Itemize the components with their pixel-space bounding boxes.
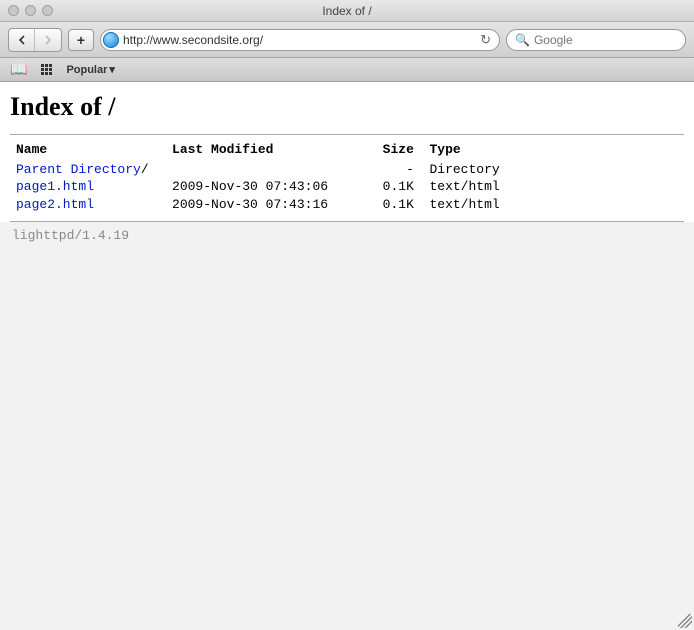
reload-button[interactable]: ↻ — [480, 32, 495, 48]
url-input[interactable] — [123, 33, 476, 47]
bookmarks-bar: 📖 Popular ▾ — [0, 58, 694, 82]
search-icon: 🔍 — [515, 33, 530, 47]
add-bookmark-button[interactable]: + — [68, 29, 94, 51]
top-sites-icon[interactable] — [41, 64, 52, 75]
back-button[interactable] — [9, 29, 35, 51]
address-bar[interactable]: ↻ — [100, 29, 500, 51]
divider — [10, 134, 684, 135]
popular-label: Popular — [66, 64, 107, 76]
listing-row: Parent Directory/ - Directory — [16, 161, 680, 179]
forward-button[interactable] — [35, 29, 61, 51]
listing-header: Name Last Modified Size Type — [16, 141, 680, 159]
page-heading: Index of / — [10, 92, 684, 122]
window-titlebar: Index of / — [0, 0, 694, 22]
listing-row: page2.html 2009-Nov-30 07:43:16 0.1K tex… — [16, 196, 680, 214]
minimize-window-button[interactable] — [25, 5, 36, 16]
parent-directory-link[interactable]: Parent Directory — [16, 162, 141, 177]
nav-button-group — [8, 28, 62, 52]
reading-list-icon[interactable]: 📖 — [10, 61, 27, 78]
popular-menu[interactable]: Popular ▾ — [66, 63, 114, 76]
server-footer: lighttpd/1.4.19 — [0, 222, 694, 249]
close-window-button[interactable] — [8, 5, 19, 16]
site-globe-icon — [103, 32, 119, 48]
window-title: Index of / — [0, 4, 694, 18]
window-controls — [0, 5, 53, 16]
chevron-down-icon: ▾ — [109, 63, 115, 76]
resize-handle[interactable] — [678, 614, 692, 628]
file-link[interactable]: page1.html — [16, 179, 94, 194]
search-bar[interactable]: 🔍 — [506, 29, 686, 51]
plus-icon: + — [77, 32, 85, 48]
listing-row: page1.html 2009-Nov-30 07:43:06 0.1K tex… — [16, 178, 680, 196]
zoom-window-button[interactable] — [42, 5, 53, 16]
directory-listing: Name Last Modified Size Type Parent Dire… — [10, 141, 684, 221]
file-link[interactable]: page2.html — [16, 197, 94, 212]
search-input[interactable] — [534, 33, 689, 47]
forward-icon — [43, 35, 53, 45]
back-icon — [17, 35, 27, 45]
page-content: Index of / Name Last Modified Size Type … — [0, 82, 694, 222]
browser-toolbar: + ↻ 🔍 — [0, 22, 694, 58]
